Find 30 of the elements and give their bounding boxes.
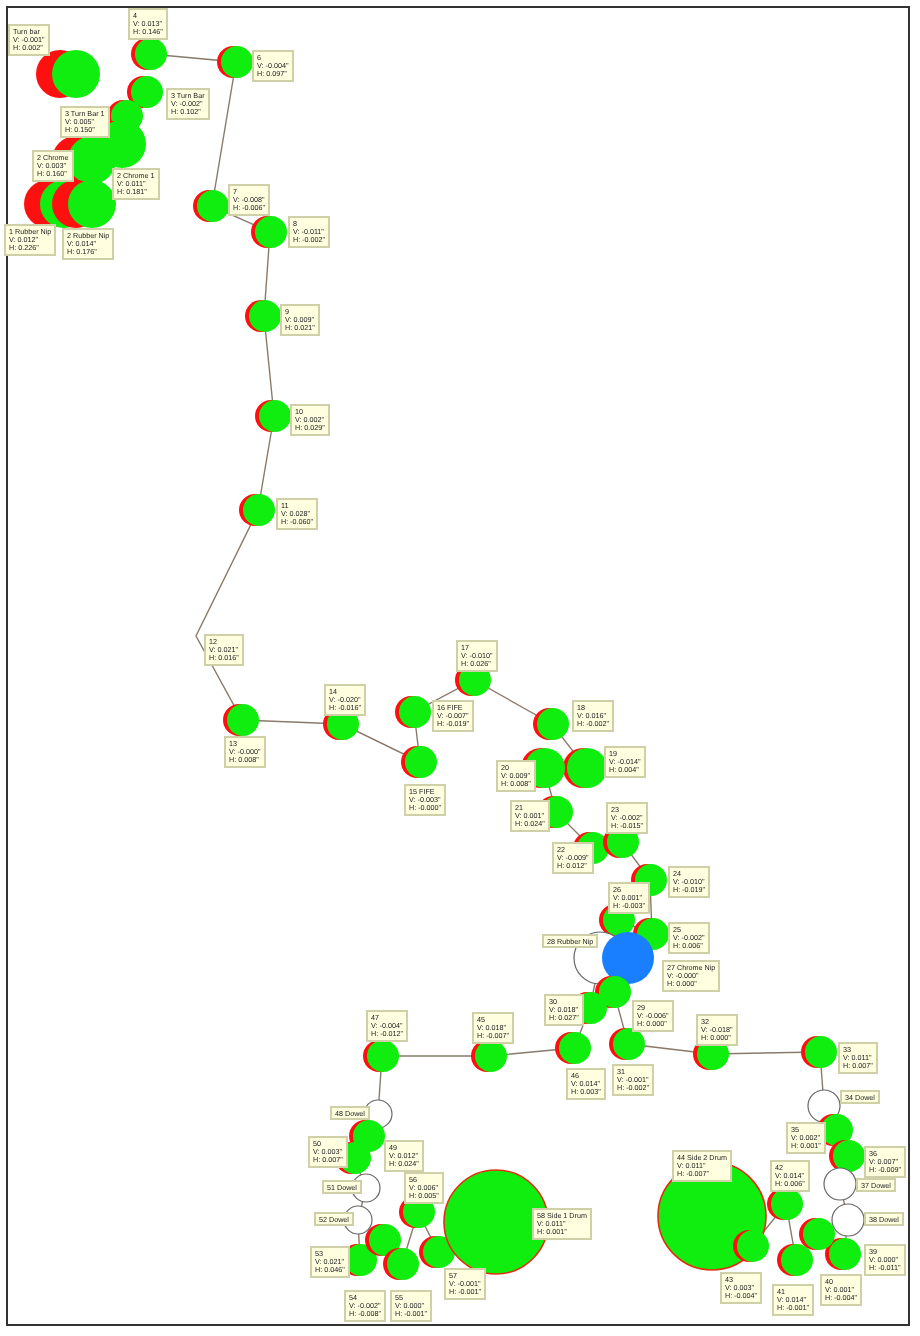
- roller: [245, 300, 281, 332]
- roller: [829, 1140, 865, 1172]
- roller: [401, 746, 437, 778]
- roller: [255, 400, 291, 432]
- roller: [131, 38, 167, 70]
- roller: [801, 1036, 837, 1068]
- roller: [383, 1248, 419, 1280]
- roller: [363, 1040, 399, 1072]
- roller: [52, 180, 116, 228]
- roller: [36, 50, 100, 98]
- roller: [223, 704, 259, 736]
- roller: [555, 1032, 591, 1064]
- drum: [443, 1169, 549, 1275]
- idler-roller: [831, 1203, 865, 1237]
- roller: [563, 748, 607, 788]
- nip-roller: [602, 932, 654, 984]
- roller: [825, 1238, 861, 1270]
- roller: [533, 708, 569, 740]
- roller: [799, 1218, 835, 1250]
- roller: [365, 1224, 401, 1256]
- roller: [251, 216, 287, 248]
- roller: [217, 46, 253, 78]
- idler-roller: [823, 1167, 857, 1201]
- roller: [609, 1028, 645, 1060]
- roller: [127, 76, 163, 108]
- roller: [777, 1244, 813, 1276]
- roller: [193, 190, 229, 222]
- roller: [239, 494, 275, 526]
- roller: [733, 1230, 769, 1262]
- roller: [395, 696, 431, 728]
